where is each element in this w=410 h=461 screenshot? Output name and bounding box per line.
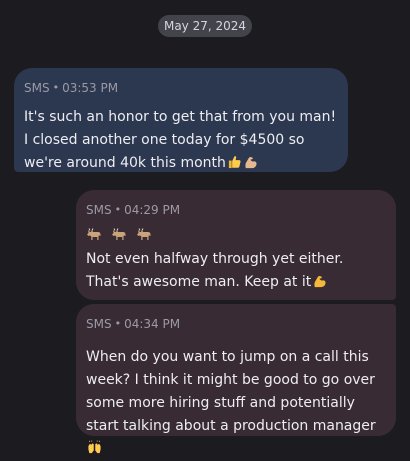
flexed-biceps-icon [245, 156, 257, 169]
message-meta: SMS • 03:53 PM [24, 80, 338, 96]
meta-separator: • [114, 317, 122, 330]
goat-emoji-row [86, 227, 386, 243]
raising-hands-icon [88, 440, 101, 454]
message-bubble-outgoing[interactable]: SMS • 04:29 PM Not even halfway through … [76, 190, 396, 300]
message-text-wrap: Not even halfway through yet either. Tha… [86, 248, 386, 294]
message-time: 04:34 PM [124, 317, 181, 331]
goat-icon [87, 228, 101, 240]
message-text: Not even halfway through yet either. Tha… [86, 251, 344, 290]
message-text-wrap: When do you want to jump on a call this … [86, 346, 386, 461]
date-divider: May 27, 2024 [158, 15, 252, 37]
message-time: 04:29 PM [124, 203, 181, 217]
flexed-biceps-icon [314, 275, 326, 288]
service-label: SMS [24, 81, 50, 95]
service-label: SMS [86, 317, 112, 331]
thumbs-up-icon [228, 156, 241, 169]
goat-icon [137, 228, 151, 240]
message-text-wrap: It's such an honor to get that from you … [24, 106, 338, 175]
message-meta: SMS • 04:29 PM [86, 202, 386, 218]
meta-separator: • [114, 203, 122, 216]
message-meta: SMS • 04:34 PM [86, 316, 386, 332]
goat-icon [112, 228, 126, 240]
message-bubble-incoming[interactable]: SMS • 03:53 PM It's such an honor to get… [14, 68, 348, 172]
message-time: 03:53 PM [62, 81, 119, 95]
message-text: When do you want to jump on a call this … [86, 349, 376, 434]
message-text: It's such an honor to get that from you … [24, 109, 337, 171]
service-label: SMS [86, 203, 112, 217]
meta-separator: • [52, 81, 60, 94]
message-bubble-outgoing[interactable]: SMS • 04:34 PM When do you want to jump … [76, 304, 396, 454]
